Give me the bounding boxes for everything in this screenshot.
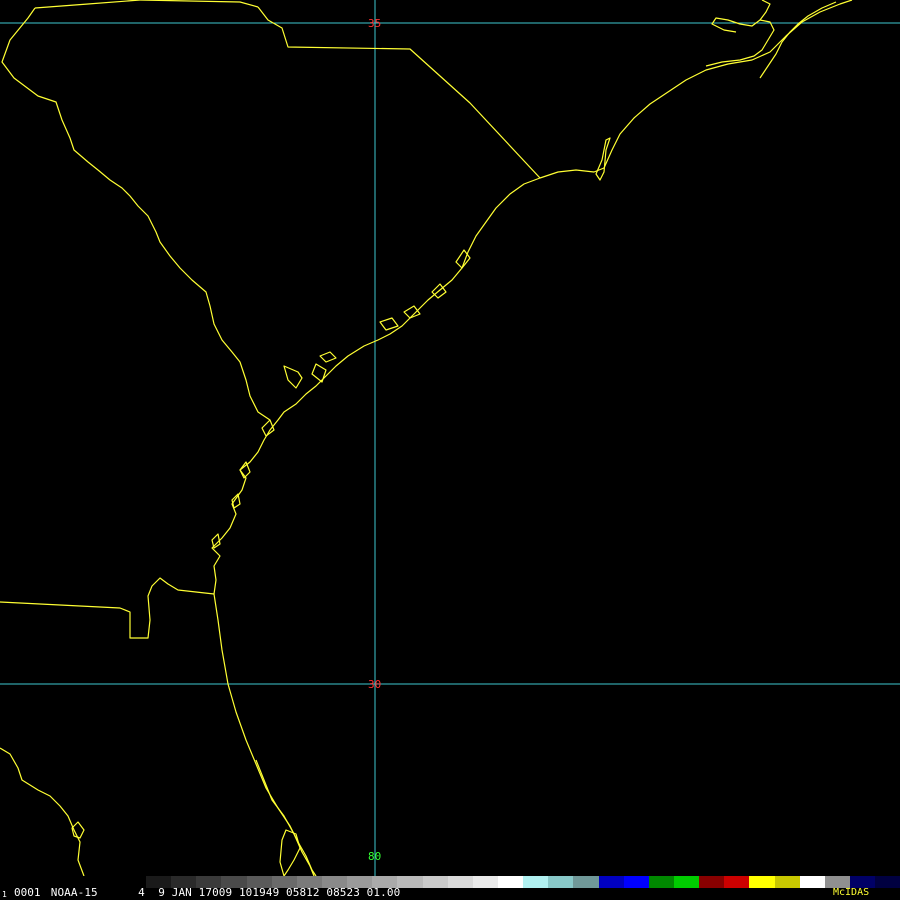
sea-island-2: [311, 363, 327, 383]
image-info-text: NOAA-15 4 9 JAN 17009 101949 05812 08523…: [44, 886, 401, 899]
ga-fl-border: [0, 577, 215, 639]
colorbar-segment: [397, 876, 423, 888]
colorbar-segment: [774, 876, 800, 888]
outer-banks: [759, 1, 837, 79]
colorbar-segment: [347, 876, 373, 888]
colorbar-segment: [296, 876, 322, 888]
pamlico-sound-shore: [705, 17, 775, 67]
colorbar-segment: [724, 876, 750, 888]
frame-prefix: 1: [2, 890, 7, 899]
colorbar-segment: [799, 876, 825, 888]
colorbar-segment: [673, 876, 700, 888]
sea-island-3: [319, 351, 337, 363]
colorbar-segment: [573, 876, 599, 888]
latitude-30-label: 30: [368, 678, 381, 691]
colorbar-segment: [472, 876, 498, 888]
florida-east-coast: [213, 593, 317, 876]
atlantic-coastline: [211, 0, 853, 595]
map-canvas: 35 30 80: [0, 0, 900, 876]
colorbar-segment: [523, 876, 549, 888]
sea-island-4: [379, 317, 399, 331]
colorbar-segment: [246, 876, 272, 888]
color-enhancement-bar: [146, 876, 900, 888]
colorbar-segment: [497, 876, 524, 888]
colorbar-segment: [171, 876, 197, 888]
fl-gulf-coast: [0, 747, 85, 876]
satellite-map-frame: 35 30 80 1 0001 NOAA-15 4 9 JAN 17009 10…: [0, 0, 900, 900]
longitude-80-label: 80: [368, 850, 381, 863]
mcidas-brand-label: McIDAS: [833, 887, 870, 898]
colorbar-segment: [321, 876, 348, 888]
frame-number: 0001: [14, 886, 41, 899]
colorbar-segment: [422, 876, 448, 888]
latitude-35-label: 35: [368, 17, 381, 30]
sea-island-9: [239, 461, 251, 479]
colorbar-segment: [875, 876, 900, 888]
colorbar-segment: [447, 876, 473, 888]
colorbar-segment: [699, 876, 725, 888]
sea-island-11: [211, 533, 221, 549]
nc-west-border: [34, 0, 141, 9]
colorbar-segment: [648, 876, 674, 888]
colorbar-segment: [146, 876, 172, 888]
colorbar-segment: [623, 876, 649, 888]
colorbar-segment: [749, 876, 775, 888]
albemarle-shore: [759, 0, 771, 21]
florida-barrier-islands: [255, 759, 315, 876]
colorbar-segment: [372, 876, 398, 888]
cape-canaveral-lagoon: [279, 829, 301, 876]
nc-sc-border: [257, 6, 541, 179]
sc-ga-border: [1, 7, 271, 421]
colorbar-segment: [221, 876, 247, 888]
colorbar-segment: [196, 876, 222, 888]
colorbar-segment: [548, 876, 574, 888]
colorbar-segment: [271, 876, 297, 888]
sea-island-1: [283, 365, 303, 389]
nc-north-edge: [139, 0, 259, 8]
sea-island-10: [231, 493, 241, 509]
colorbar-segment: [598, 876, 624, 888]
